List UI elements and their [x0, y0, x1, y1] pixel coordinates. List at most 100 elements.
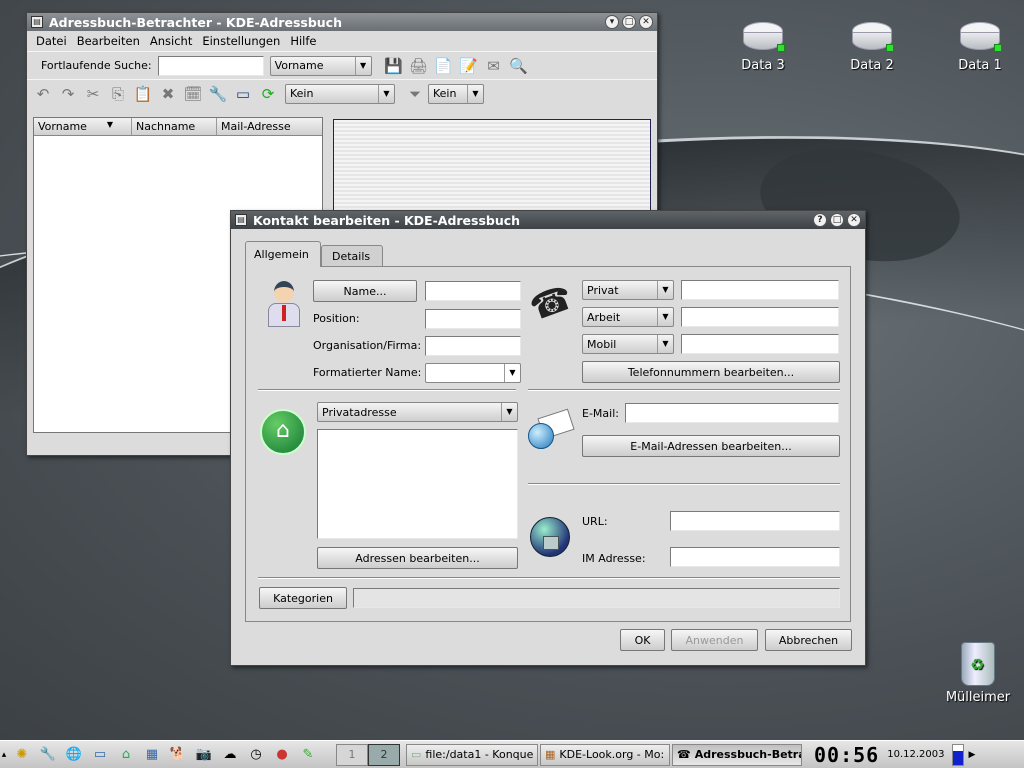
filter-icon[interactable]: ⏷: [403, 82, 427, 106]
maximize-icon[interactable]: □: [622, 15, 636, 29]
minimize-icon[interactable]: ▾: [605, 15, 619, 29]
viewer-titlebar[interactable]: ▤ Adressbuch-Betrachter - KDE-Adressbuch…: [27, 13, 657, 31]
task-addressbook[interactable]: ☎ Adressbuch-Betrac: [672, 743, 802, 766]
taskbar-scroll-right-icon[interactable]: ▶: [968, 750, 975, 760]
menu-bearbeiten[interactable]: Bearbeiten: [77, 34, 140, 48]
email-input[interactable]: [625, 403, 839, 423]
desktop-icon[interactable]: ▭: [88, 743, 112, 767]
browser-icon[interactable]: 🌐: [62, 743, 86, 767]
undo-icon[interactable]: ↶: [31, 82, 55, 106]
desktop-icon-data3[interactable]: Data 3: [723, 20, 803, 73]
person-icon: [266, 281, 300, 329]
send-mail-icon[interactable]: ✉: [482, 54, 506, 78]
cpu-monitor[interactable]: [952, 743, 965, 766]
phone-icon: ☎: [677, 748, 691, 761]
search-input[interactable]: [157, 55, 264, 76]
paste-icon[interactable]: 📋: [131, 82, 155, 106]
copy-icon[interactable]: ⎘: [106, 82, 130, 106]
date[interactable]: 10.12.2003: [887, 749, 944, 760]
menu-hilfe[interactable]: Hilfe: [290, 34, 316, 48]
tab-allgemein[interactable]: Allgemein: [245, 241, 321, 267]
task-kde-look[interactable]: ▦ KDE-Look.org - Mo:: [540, 743, 670, 766]
ok-button[interactable]: OK: [620, 629, 665, 651]
edit-phones-button[interactable]: Telefonnummern bearbeiten...: [582, 361, 840, 383]
column-nachname[interactable]: Nachname: [132, 118, 217, 135]
tab-details[interactable]: Details: [321, 245, 383, 267]
kde-menu-icon[interactable]: ✺: [10, 743, 34, 767]
edit-address-button[interactable]: Adressen bearbeiten...: [317, 547, 518, 569]
formatted-name-select[interactable]: ▼: [425, 363, 521, 383]
save-icon[interactable]: 💾: [382, 54, 406, 78]
taskbar-handle-icon[interactable]: ▴: [0, 743, 8, 767]
editor-titlebar[interactable]: ▤ Kontakt bearbeiten - KDE-Adressbuch ? …: [231, 211, 865, 229]
view-select[interactable]: Kein ▼: [285, 83, 395, 104]
desktop-pager: 1 2: [336, 743, 400, 766]
search-field-select[interactable]: Vorname ▼: [269, 55, 372, 76]
address-type-select[interactable]: Privatadresse ▼: [317, 402, 518, 422]
im-input[interactable]: [670, 547, 840, 567]
phone-type-select-3[interactable]: Mobil ▼: [582, 334, 674, 354]
window-menu-icon[interactable]: ▤: [31, 16, 43, 28]
new-view-icon[interactable]: 🗓: [181, 82, 205, 106]
position-input[interactable]: [425, 309, 521, 329]
name-button[interactable]: Name...: [313, 280, 417, 302]
address-textarea[interactable]: [317, 429, 518, 539]
camera-icon[interactable]: 📷: [192, 743, 216, 767]
pager-desktop-1[interactable]: 1: [336, 743, 368, 766]
dog-icon[interactable]: 🐕: [166, 743, 190, 767]
print-icon[interactable]: 🖨: [407, 54, 431, 78]
apply-button[interactable]: Anwenden: [671, 629, 758, 651]
desktop-icon-trash[interactable]: Mülleimer: [938, 642, 1018, 705]
organisation-label: Organisation/Firma:: [313, 339, 422, 352]
close-icon[interactable]: ✕: [847, 213, 861, 227]
column-mail[interactable]: Mail-Adresse: [217, 118, 322, 135]
help-icon[interactable]: ?: [813, 213, 827, 227]
edit-email-button[interactable]: E-Mail-Adressen bearbeiten...: [582, 435, 840, 457]
pager-desktop-2[interactable]: 2: [368, 743, 400, 766]
chevron-down-icon: ▼: [467, 84, 483, 103]
name-input[interactable]: [425, 281, 521, 301]
desktop-icon-data2[interactable]: Data 2: [832, 20, 912, 73]
filter-select[interactable]: Kein ▼: [428, 83, 484, 104]
phone-input-2[interactable]: [681, 307, 839, 327]
chevron-down-icon: ▼: [657, 308, 673, 326]
column-vorname[interactable]: Vorname ▼: [34, 118, 132, 135]
folder-icon: ▭: [411, 748, 422, 761]
maximize-icon[interactable]: □: [830, 213, 844, 227]
edit-icon[interactable]: ✎: [296, 743, 320, 767]
close-icon[interactable]: ✕: [639, 15, 653, 29]
desktop-icon-data1[interactable]: Data 1: [940, 20, 1020, 73]
menu-ansicht[interactable]: Ansicht: [150, 34, 192, 48]
organisation-input[interactable]: [425, 336, 521, 356]
menu-einstellungen[interactable]: Einstellungen: [202, 34, 280, 48]
redo-icon[interactable]: ↷: [56, 82, 80, 106]
window-menu-icon[interactable]: ▤: [235, 214, 247, 226]
formatted-name-label: Formatierter Name:: [313, 366, 422, 379]
phone-input-3[interactable]: [681, 334, 839, 354]
categories-button[interactable]: Kategorien: [259, 587, 347, 609]
cut-icon[interactable]: ✂: [81, 82, 105, 106]
configure-icon[interactable]: 🔧: [36, 743, 60, 767]
configure-icon[interactable]: 🔧: [206, 82, 230, 106]
home-icon[interactable]: ⌂: [114, 743, 138, 767]
calculator-icon[interactable]: ▦: [140, 743, 164, 767]
network-icon[interactable]: ☁: [218, 743, 242, 767]
phone-type-select-1[interactable]: Privat ▼: [582, 280, 674, 300]
url-input[interactable]: [670, 511, 840, 531]
cancel-button[interactable]: Abbrechen: [765, 629, 852, 651]
chevron-down-icon: ▼: [501, 403, 517, 421]
phone-input-1[interactable]: [681, 280, 839, 300]
new-contact-icon[interactable]: 📄: [432, 54, 456, 78]
clock-icon[interactable]: ◷: [244, 743, 268, 767]
find-icon[interactable]: 🔍: [507, 54, 531, 78]
clock[interactable]: 00:56: [814, 743, 879, 767]
window-icon[interactable]: ▭: [231, 82, 255, 106]
chevron-down-icon: ▼: [657, 335, 673, 353]
phone-type-select-2[interactable]: Arbeit ▼: [582, 307, 674, 327]
menu-datei[interactable]: Datei: [36, 34, 67, 48]
delete-icon[interactable]: ✖: [156, 82, 180, 106]
media-icon[interactable]: ●: [270, 743, 294, 767]
task-konqueror[interactable]: ▭ file:/data1 - Konque: [406, 743, 538, 766]
refresh-icon[interactable]: ⟳: [256, 82, 280, 106]
edit-contact-icon[interactable]: 📝: [457, 54, 481, 78]
